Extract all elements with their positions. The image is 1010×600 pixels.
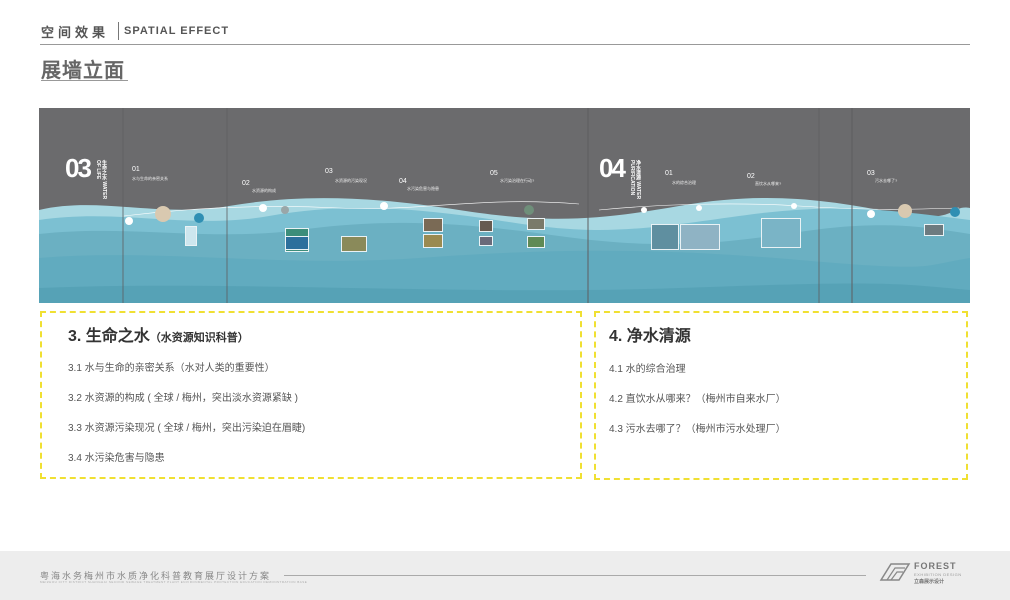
header-title-cn: 空间效果	[41, 25, 110, 40]
part4-label-num-1: 01	[665, 170, 673, 177]
wall-photo	[285, 236, 309, 250]
header-title-en: SPATIAL EFFECT	[124, 25, 230, 37]
wall-elevation-rendering: 03 生命之水 WATER OF LIFE 01 水与生命的亲密关系 02 水资…	[39, 108, 970, 303]
footer-subtitle: MEIZHOU CITY DISTRICT SHANGHAI SECOND SE…	[40, 580, 308, 584]
part4-label-text-1: 水的综合治理	[672, 180, 696, 185]
right-item-3: 4.3 污水去哪了？（梅州市污水处理厂）	[609, 424, 786, 435]
part4-label-text-3: 污水去哪了?	[875, 178, 898, 183]
forest-logo-icon	[879, 563, 911, 581]
part3-big-number: 03	[65, 153, 92, 183]
header-separator	[118, 22, 119, 40]
left-box-title: 3. 生命之水（水资源知识科普）	[68, 322, 249, 346]
footer-divider	[284, 575, 866, 576]
part3-label-text-5: 水污染治理在行动?	[500, 178, 535, 183]
left-item-1: 3.1 水与生命的亲密关系（水对人类的重要性）	[68, 363, 275, 374]
part4-big-number: 04	[599, 153, 626, 183]
wall-photo	[185, 226, 197, 246]
logo-chinese-name: 立森展示设计	[914, 579, 945, 585]
part3-label-num-3: 03	[325, 168, 333, 175]
part3-label-text-2: 水资源的构成	[252, 188, 276, 193]
left-box-title-text: 3. 生命之水	[68, 328, 150, 345]
part3-label-num-5: 05	[490, 170, 498, 177]
wall-photo	[479, 220, 493, 232]
wall-photo	[527, 218, 545, 230]
part3-label-text-3: 水资源的污染现况	[335, 178, 367, 183]
left-item-3: 3.3 水资源污染现况 ( 全球 / 梅州，突出污染迫在眉睫)	[68, 423, 306, 434]
wall-photo	[479, 236, 493, 246]
section-title-underline	[41, 80, 128, 81]
part3-label-text-1: 水与生命的亲密关系	[132, 176, 168, 181]
right-item-1: 4.1 水的综合治理	[609, 364, 686, 375]
part4-label-num-3: 03	[867, 170, 875, 177]
logo-wordmark: FOREST	[914, 561, 957, 571]
wall-photo	[761, 218, 801, 248]
left-item-2: 3.2 水资源的构成 ( 全球 / 梅州，突出淡水资源紧缺 )	[68, 393, 299, 404]
section-title: 展墙立面	[41, 60, 125, 82]
part4-label-text-2: 直饮水从哪来?	[755, 181, 782, 186]
wall-photo	[423, 218, 443, 232]
part3-label-num-1: 01	[132, 166, 140, 173]
wall-photo	[423, 234, 443, 248]
wall-photo	[341, 236, 367, 252]
right-item-2: 4.2 直饮水从哪来？（梅州市自来水厂）	[609, 394, 786, 405]
wall-photo	[680, 224, 720, 250]
part3-label-num-2: 02	[242, 180, 250, 187]
part3-vertical-title: 生命之水 WATER OF LIFE	[95, 160, 107, 200]
wall-waves-graphic	[39, 108, 970, 303]
wall-photo	[651, 224, 679, 250]
logo-subtitle: EXHIBITION DESIGN	[914, 572, 962, 577]
left-box-subtitle: （水资源知识科普）	[149, 332, 249, 344]
wall-photo	[527, 236, 545, 248]
right-box-title: 4. 净水清源	[609, 328, 691, 345]
part4-label-num-2: 02	[747, 173, 755, 180]
left-item-4: 3.4 水污染危害与隐患	[68, 453, 165, 464]
part3-label-num-4: 04	[399, 178, 407, 185]
part4-vertical-title: 净水清源 WATER PURIFICATION	[629, 160, 641, 200]
part3-label-text-4: 水污染危害与隐患	[407, 186, 439, 191]
wall-photo	[924, 224, 944, 236]
header-divider	[40, 44, 970, 45]
